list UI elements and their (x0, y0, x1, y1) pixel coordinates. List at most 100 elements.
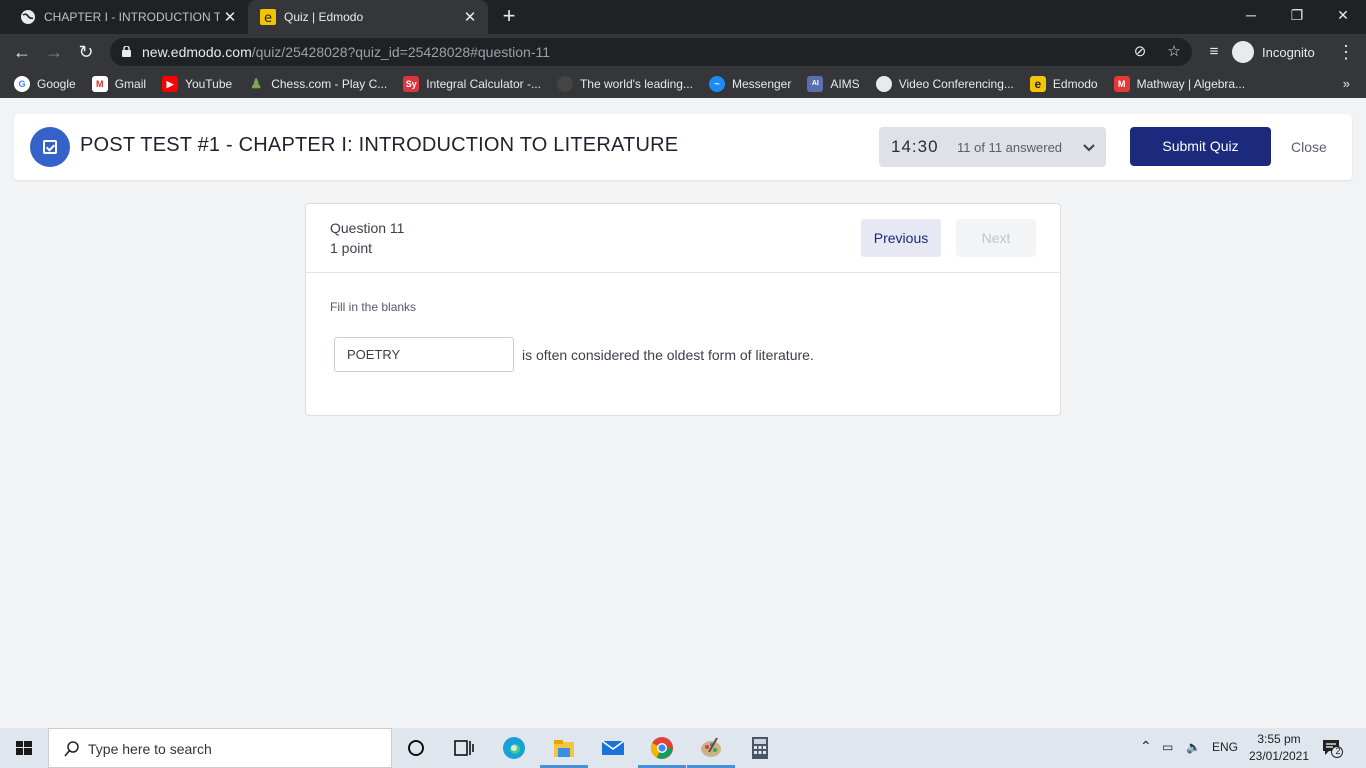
incognito-label: Incognito (1262, 44, 1315, 60)
fill-in-blank-input[interactable] (334, 337, 514, 372)
bookmark-messenger[interactable]: ~ Messenger (708, 76, 792, 92)
question-instruction: Fill in the blanks (330, 300, 417, 314)
bookmark-label: Integral Calculator -... (426, 77, 541, 91)
messenger-icon: ~ (708, 76, 725, 92)
paint-icon[interactable] (699, 736, 723, 760)
forward-arrow-icon[interactable]: → (42, 40, 66, 64)
quiz-timer: 14:30 (891, 137, 939, 156)
reading-list-icon[interactable]: ≡ (1202, 40, 1226, 64)
bookmarks-bar: G Google M Gmail ▶ YouTube ♟ Chess.com - Pla… (0, 70, 1366, 98)
globe-icon (21, 10, 35, 24)
incognito-profile[interactable]: Incognito (1232, 39, 1315, 65)
youtube-icon: ▶ (162, 76, 179, 92)
windows-taskbar: Type here to search ⌃ ▭ 🔈 ENG 3:55 pm 23… (0, 728, 1366, 768)
edmodo-icon: e (1029, 76, 1046, 92)
submit-quiz-button[interactable]: Submit Quiz (1130, 127, 1271, 166)
bookmark-label: The world's leading... (579, 77, 693, 91)
back-arrow-icon[interactable]: ← (10, 40, 34, 64)
task-view-icon[interactable] (452, 736, 476, 760)
bookmark-youtube[interactable]: ▶ YouTube (162, 76, 232, 92)
clock-date: 23/01/2021 (1248, 749, 1310, 763)
bookmark-label: Mathway | Algebra... (1136, 77, 1246, 91)
question-number: Question 11 (330, 220, 405, 236)
search-icon (64, 741, 79, 757)
bookmark-gmail[interactable]: M Gmail (91, 76, 147, 92)
tab-title: Quiz | Edmodo (284, 10, 364, 24)
chess-icon: ♟ (250, 76, 263, 91)
bookmarks-overflow-icon[interactable]: » (1343, 76, 1350, 91)
aims-icon: AI (807, 76, 824, 92)
chevron-down-icon (1083, 144, 1095, 152)
google-icon: G (14, 76, 30, 92)
address-bar[interactable]: new.edmodo.com/quiz/25428028?quiz_id=254… (110, 38, 1192, 66)
quiz-header: POST TEST #1 - CHAPTER I: INTRODUCTION T… (14, 114, 1352, 180)
tab-chapter-introduction[interactable]: CHAPTER I - INTRODUCTION TO ✕ (8, 0, 248, 34)
bookmark-label: Gmail (114, 77, 147, 91)
quiz-title: POST TEST #1 - CHAPTER I: INTRODUCTION T… (80, 134, 679, 156)
bookmark-mathway[interactable]: M Mathway | Algebra... (1113, 76, 1246, 92)
bookmark-edmodo[interactable]: e Edmodo (1029, 76, 1098, 92)
chrome-icon[interactable] (650, 736, 674, 760)
mail-icon[interactable] (601, 736, 625, 760)
quiz-checkbox-icon (30, 127, 70, 167)
url-text: new.edmodo.com/quiz/25428028?quiz_id=254… (142, 44, 550, 60)
bookmark-aims[interactable]: AI AIMS (807, 76, 860, 92)
bookmark-label: Video Conferencing... (898, 77, 1014, 91)
bookmark-google[interactable]: G Google (14, 76, 76, 92)
browser-tab-strip: CHAPTER I - INTRODUCTION TO ✕ e Quiz | E… (0, 0, 1366, 34)
taskbar-clock[interactable]: 3:55 pm 23/01/2021 (1248, 731, 1310, 765)
clock-time: 3:55 pm (1257, 732, 1301, 746)
reload-icon[interactable]: ↻ (74, 40, 98, 64)
search-placeholder: Type here to search (88, 741, 212, 757)
bookmark-label: Messenger (731, 77, 792, 91)
language-indicator[interactable]: ENG (1212, 740, 1238, 754)
tab-quiz-edmodo[interactable]: e Quiz | Edmodo ✕ (248, 0, 488, 34)
minimize-button[interactable]: ─ (1228, 0, 1274, 30)
bookmark-label: YouTube (185, 77, 233, 91)
bookmark-video-conferencing[interactable]: Video Conferencing... (875, 76, 1014, 92)
bookmark-label: Chess.com - Play C... (271, 77, 388, 91)
question-card: Question 11 1 point Previous Next Fill i… (305, 203, 1061, 416)
tab-close-icon[interactable]: ✕ (460, 8, 480, 26)
incognito-icon (1232, 41, 1254, 63)
edge-browser-icon[interactable] (502, 736, 526, 760)
taskbar-search-box[interactable]: Type here to search (48, 728, 392, 768)
tab-close-icon[interactable]: ✕ (220, 8, 240, 26)
bookmark-chess[interactable]: ♟ Chess.com - Play C... (248, 76, 387, 92)
next-button[interactable]: Next (956, 219, 1036, 257)
url-path: /quiz/25428028?quiz_id=25428028#question… (251, 44, 551, 60)
svg-text:e: e (264, 11, 272, 25)
bookmark-label: AIMS (830, 77, 860, 91)
star-icon[interactable]: ☆ (1166, 44, 1182, 60)
menu-dots-icon[interactable]: ⋮ (1334, 40, 1358, 64)
previous-button[interactable]: Previous (861, 219, 941, 257)
calculator-icon[interactable] (748, 736, 772, 760)
quiz-page: POST TEST #1 - CHAPTER I: INTRODUCTION T… (0, 98, 1366, 728)
bookmark-github[interactable]: The world's leading... (556, 76, 693, 92)
network-icon[interactable]: ▭ (1162, 740, 1173, 754)
lock-icon (122, 46, 131, 57)
new-tab-button[interactable]: + (498, 5, 520, 27)
notification-count: 2 (1335, 746, 1341, 756)
restore-button[interactable]: ❐ (1274, 0, 1320, 30)
url-host: new.edmodo.com (142, 44, 252, 60)
bookmark-label: Edmodo (1052, 77, 1098, 91)
divider (306, 272, 1060, 273)
file-explorer-icon[interactable] (552, 736, 576, 760)
eye-off-icon[interactable]: ⊘ (1132, 44, 1148, 60)
bookmark-integral-calculator[interactable]: Sy Integral Calculator -... (403, 76, 541, 92)
windows-start-icon[interactable] (0, 728, 48, 768)
chevron-up-icon[interactable]: ⌃ (1140, 738, 1152, 755)
gmail-icon: M (91, 76, 108, 92)
quiz-progress-dropdown[interactable]: 14:30 11 of 11 answered (879, 127, 1106, 167)
integral-calculator-icon: Sy (403, 76, 420, 92)
github-icon (556, 76, 573, 92)
close-button[interactable]: Close (1291, 139, 1327, 155)
mathway-icon: M (1113, 76, 1130, 92)
browser-toolbar: ← → ↻ new.edmodo.com/quiz/25428028?quiz_… (0, 34, 1366, 70)
volume-icon[interactable]: 🔈 (1186, 740, 1201, 754)
cortana-icon[interactable] (404, 736, 428, 760)
close-window-button[interactable]: ✕ (1320, 0, 1366, 30)
question-sentence: is often considered the oldest form of l… (522, 347, 814, 363)
question-points: 1 point (330, 240, 373, 256)
